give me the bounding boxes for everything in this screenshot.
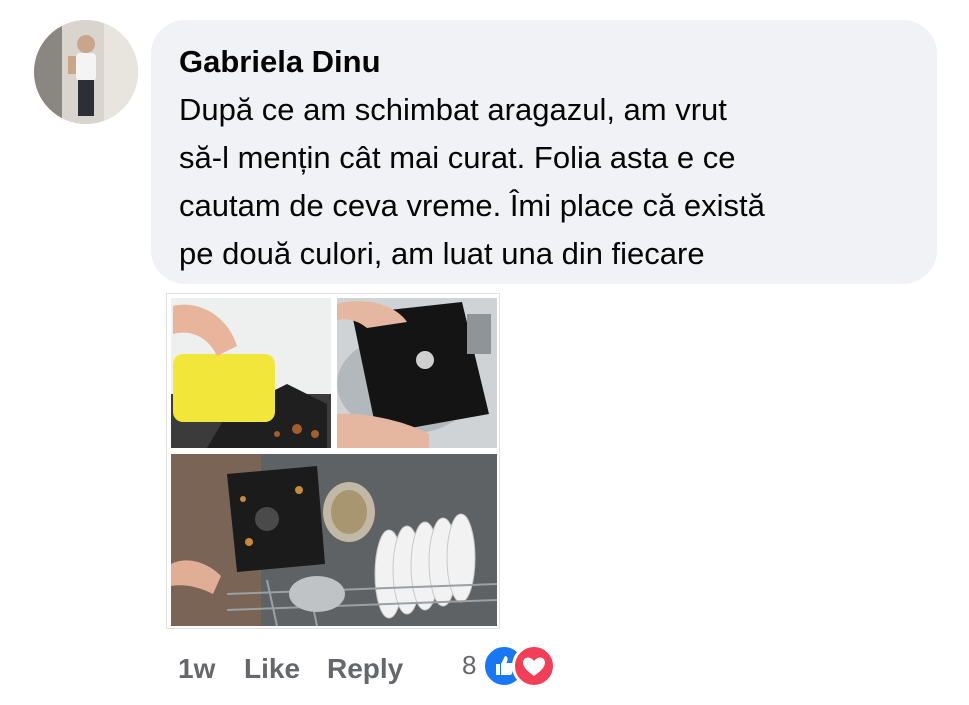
avatar-photo: [34, 20, 138, 124]
comment-text: După ce am schimbat aragazul, am vrut să…: [179, 86, 909, 278]
author-name[interactable]: Gabriela Dinu: [179, 42, 909, 82]
comment-text-line: să-l mențin cât mai curat. Folia asta e …: [179, 140, 736, 175]
photo-panel-dishwasher: [171, 454, 498, 627]
photo-panel-sponge: [171, 298, 331, 448]
love-icon: [512, 644, 556, 688]
like-button[interactable]: Like: [244, 653, 300, 685]
reaction-count: 8: [462, 650, 477, 680]
comment-text-line: cautam de ceva vreme. Îmi place că exist…: [179, 188, 765, 223]
avatar[interactable]: [34, 20, 138, 124]
timestamp-link[interactable]: 1w: [178, 653, 215, 685]
reply-button[interactable]: Reply: [327, 653, 403, 685]
photo-collage: [171, 298, 498, 627]
comment-bubble: Gabriela Dinu După ce am schimbat aragaz…: [151, 20, 937, 284]
comment-text-line: pe două culori, am luat una din fiecare: [179, 236, 705, 271]
comment-text-line: După ce am schimbat aragazul, am vrut: [179, 92, 727, 127]
photo-panel-sink: [337, 298, 497, 448]
attached-photo[interactable]: [166, 293, 500, 629]
